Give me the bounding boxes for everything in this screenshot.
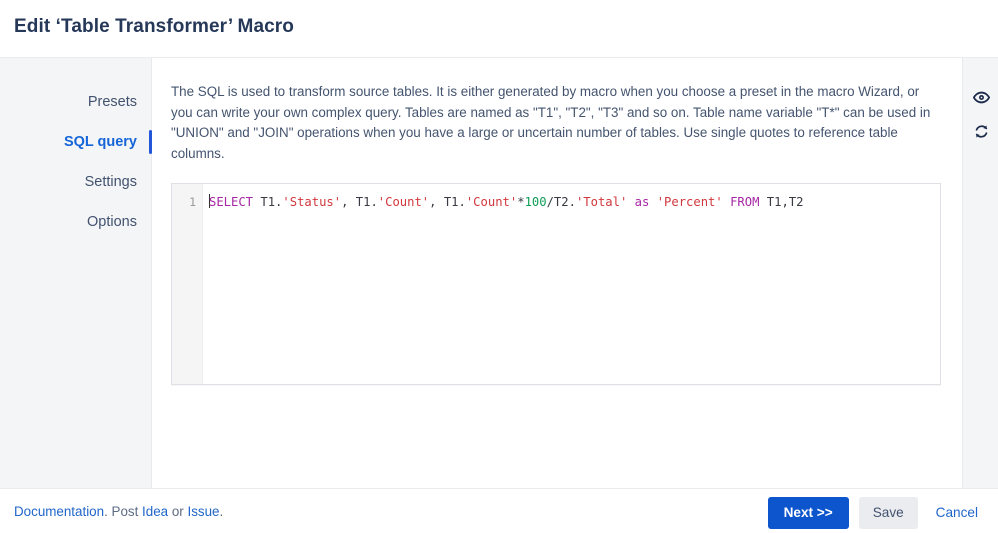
footer-text-1: . Post — [104, 504, 143, 519]
sql-token-string: 'Count' — [465, 195, 518, 209]
sidebar-item-label: Settings — [84, 174, 137, 190]
eye-icon[interactable] — [963, 80, 998, 114]
sql-token-string: 'Percent' — [656, 195, 723, 209]
sql-token-plain: , T1. — [429, 195, 466, 209]
sidebar-item-label: Options — [87, 214, 137, 230]
sql-code-line: SELECT T1.'Status', T1.'Count', T1.'Coun… — [203, 194, 940, 211]
footer-links: Documentation. Post Idea or Issue. — [14, 504, 223, 519]
sql-token-plain: T1. — [253, 195, 283, 209]
refresh-icon[interactable] — [963, 114, 998, 148]
sql-token-plain: * — [517, 195, 525, 209]
issue-link[interactable]: Issue — [187, 504, 219, 519]
footer-buttons: Next >> Save Cancel — [767, 497, 986, 529]
sidebar-item-sql-query[interactable]: SQL query — [0, 122, 152, 162]
next-button[interactable]: Next >> — [767, 497, 849, 529]
footer-text-2: or — [168, 504, 188, 519]
sql-token-string: 'Status' — [282, 195, 342, 209]
sidebar-item-label: SQL query — [63, 134, 137, 150]
dialog-header: Edit ‘Table Transformer’ Macro — [0, 0, 998, 58]
save-button[interactable]: Save — [858, 497, 918, 529]
line-number: 1 — [189, 195, 196, 209]
sql-token-number: 100 — [524, 195, 547, 209]
sql-token-plain: T1,T2 — [759, 195, 804, 209]
cancel-button[interactable]: Cancel — [928, 497, 986, 529]
idea-link[interactable]: Idea — [142, 504, 168, 519]
sidebar-item-presets[interactable]: Presets — [0, 82, 151, 122]
sql-token-string: 'Count' — [377, 195, 430, 209]
documentation-link[interactable]: Documentation — [14, 504, 104, 519]
right-toolbar — [962, 58, 998, 488]
sql-token-plain: /T2. — [546, 195, 576, 209]
sql-token-plain — [723, 195, 730, 209]
sql-token-string: 'Total' — [575, 195, 628, 209]
sidebar-item-options[interactable]: Options — [0, 202, 151, 242]
sql-token-keyword: as — [634, 195, 650, 209]
dialog-body: Presets SQL query Settings Options The S… — [0, 58, 998, 488]
editor-code-area[interactable]: SELECT T1.'Status', T1.'Count', T1.'Coun… — [203, 184, 940, 384]
footer-text-3: . — [219, 504, 224, 519]
page-title: Edit ‘Table Transformer’ Macro — [14, 16, 294, 37]
sidebar-item-label: Presets — [87, 94, 137, 110]
sql-token-plain — [649, 195, 656, 209]
sql-editor[interactable]: 1 SELECT T1.'Status', T1.'Count', T1.'Co… — [171, 183, 941, 385]
sidebar: Presets SQL query Settings Options — [0, 58, 152, 488]
sidebar-item-settings[interactable]: Settings — [0, 162, 151, 202]
editor-gutter: 1 — [172, 184, 203, 384]
sql-token-plain: , T1. — [341, 195, 378, 209]
sql-token-plain — [627, 195, 634, 209]
main-panel: The SQL is used to transform source tabl… — [152, 58, 962, 488]
panel-description: The SQL is used to transform source tabl… — [171, 84, 931, 161]
sql-token-keyword: SELECT — [209, 195, 254, 209]
dialog-footer: Documentation. Post Idea or Issue. Next … — [0, 488, 998, 533]
macro-edit-dialog: Edit ‘Table Transformer’ Macro Presets S… — [0, 0, 998, 533]
sql-token-keyword: FROM — [730, 195, 760, 209]
